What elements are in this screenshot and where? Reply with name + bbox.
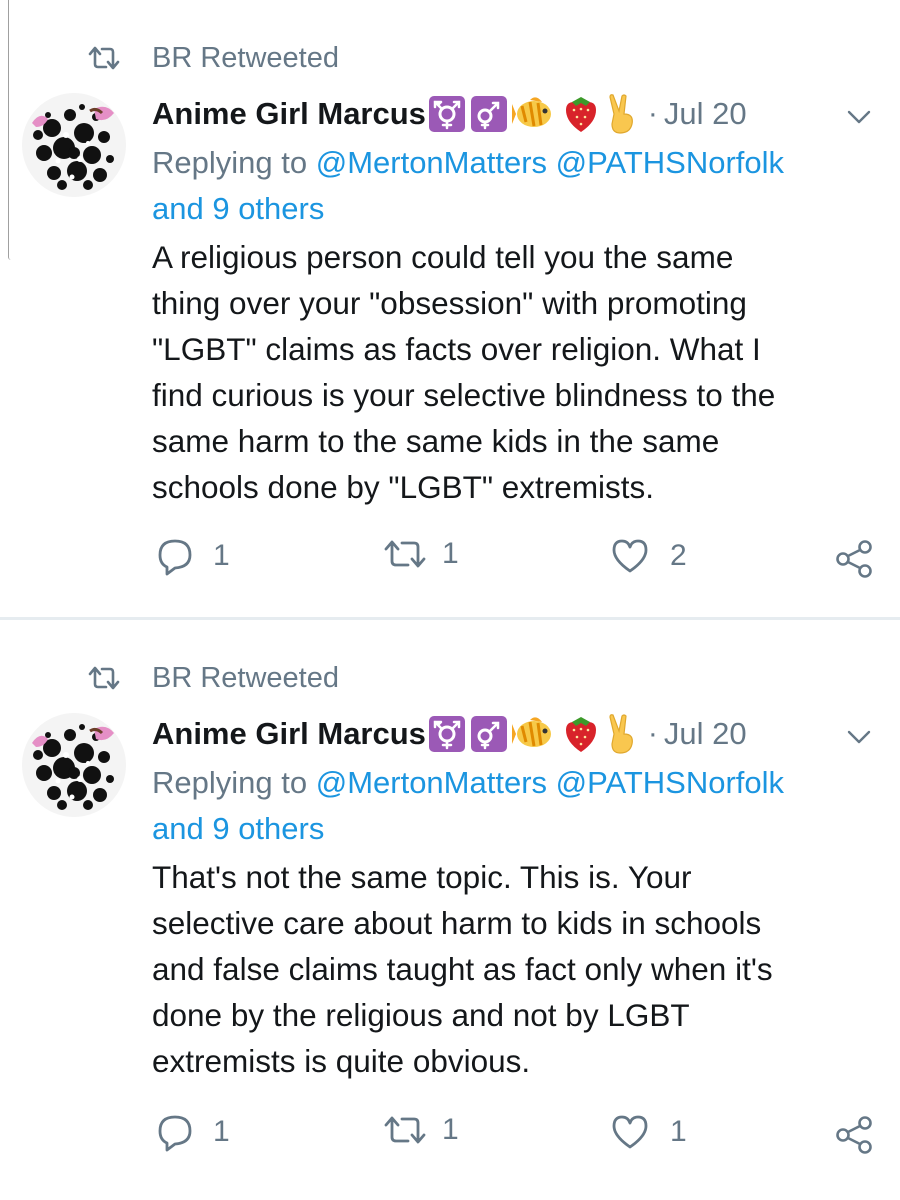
reply-button[interactable]: 1 — [155, 1112, 230, 1152]
name-emojis — [428, 94, 644, 134]
avatar[interactable] — [22, 93, 126, 197]
tweet-text: That's not the same topic. This is. Your… — [152, 859, 773, 1079]
reply-icon — [158, 1115, 192, 1152]
strawberry-icon — [565, 717, 596, 752]
reply-count: 1 — [213, 539, 230, 572]
replying-others-link[interactable]: and 9 others — [152, 191, 324, 226]
share-icon[interactable] — [834, 1114, 876, 1156]
reply-button[interactable]: 1 — [155, 536, 230, 576]
retweet-icon — [384, 1116, 426, 1144]
replying-prefix: Replying to — [152, 145, 316, 180]
avatar[interactable] — [22, 713, 126, 817]
victory-hand-icon — [609, 714, 633, 754]
tweet-actions: 1 1 2 — [0, 536, 900, 580]
retweet-button[interactable]: 1 — [382, 536, 459, 572]
share-icon[interactable] — [834, 538, 876, 580]
retweet-count: 1 — [442, 1113, 459, 1146]
replying-to: Replying to @MertonMatters @PATHSNorfolk… — [152, 140, 872, 232]
heart-icon — [612, 1115, 648, 1149]
replying-prefix: Replying to — [152, 765, 316, 800]
tweet[interactable]: BR Retweeted Anime Girl Marcus · Jul 20 … — [0, 620, 900, 1200]
tropical-fish-icon — [511, 717, 551, 747]
tweet-date[interactable]: Jul 20 — [664, 716, 747, 752]
heart-icon — [612, 539, 648, 573]
victory-hand-icon — [609, 94, 633, 134]
author-name[interactable]: Anime Girl Marcus — [152, 716, 426, 752]
retweet-context: BR Retweeted — [86, 658, 339, 698]
reply-icon — [158, 539, 192, 576]
author-name[interactable]: Anime Girl Marcus — [152, 96, 426, 132]
replying-others-link[interactable]: and 9 others — [152, 811, 324, 846]
retweet-context: BR Retweeted — [86, 38, 339, 78]
chevron-down-icon[interactable] — [844, 728, 874, 746]
retweet-icon — [384, 540, 426, 568]
name-emojis — [428, 714, 644, 754]
date-separator: · — [647, 717, 658, 750]
replying-to: Replying to @MertonMatters @PATHSNorfolk… — [152, 760, 872, 852]
tweet-content: Anime Girl Marcus · Jul 20 Replying to @… — [152, 90, 872, 510]
tweet-actions: 1 1 1 — [0, 1112, 900, 1156]
tweet-header: Anime Girl Marcus · Jul 20 — [152, 710, 872, 758]
tweet-text: A religious person could tell you the sa… — [152, 239, 776, 505]
like-button[interactable]: 1 — [610, 1112, 687, 1152]
retweet-button[interactable]: 1 — [382, 1112, 459, 1148]
tweet[interactable]: BR Retweeted Anime Girl Marcus · Jul 20 … — [0, 0, 900, 618]
date-separator: · — [647, 97, 658, 130]
male-female-symbol-icon — [470, 96, 507, 132]
male-female-symbol-icon — [470, 716, 507, 752]
transgender-symbol-icon — [428, 716, 465, 752]
retweet-label: BR Retweeted — [152, 661, 339, 694]
tropical-fish-icon — [511, 97, 551, 127]
replying-users-link[interactable]: @MertonMatters @PATHSNorfolk — [316, 145, 784, 180]
retweet-icon — [88, 46, 120, 70]
tweet-header: Anime Girl Marcus · Jul 20 — [152, 90, 872, 138]
like-count: 1 — [670, 1115, 687, 1148]
like-count: 2 — [670, 539, 687, 572]
transgender-symbol-icon — [428, 96, 465, 132]
strawberry-icon — [565, 97, 596, 132]
tweet-date[interactable]: Jul 20 — [664, 96, 747, 132]
chevron-down-icon[interactable] — [844, 108, 874, 126]
reply-count: 1 — [213, 1115, 230, 1148]
like-button[interactable]: 2 — [610, 536, 687, 576]
tweet-content: Anime Girl Marcus · Jul 20 Replying to @… — [152, 710, 872, 1084]
retweet-count: 1 — [442, 537, 459, 570]
retweet-icon — [88, 666, 120, 690]
replying-users-link[interactable]: @MertonMatters @PATHSNorfolk — [316, 765, 784, 800]
retweet-label: BR Retweeted — [152, 41, 339, 74]
